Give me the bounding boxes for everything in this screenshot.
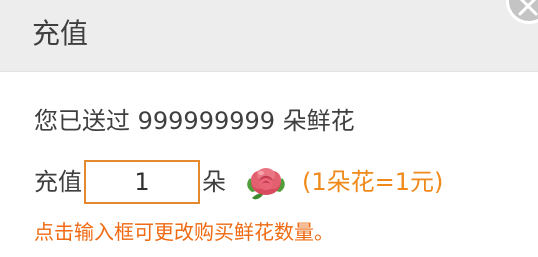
close-button[interactable] [506, 0, 538, 24]
close-icon [518, 0, 538, 16]
recharge-row: 充值 朵 (1朵花=1元) [34, 160, 443, 204]
dialog-title: 充值 [32, 17, 89, 50]
unit-label: 朵 [202, 168, 226, 196]
price-note: (1朵花=1元) [302, 168, 444, 196]
quantity-input[interactable] [84, 160, 200, 204]
dialog-header: 充值 [0, 0, 538, 72]
recharge-label: 充值 [34, 168, 82, 196]
sent-flowers-summary: 您已送过 999999999 朵鲜花 [34, 107, 355, 135]
rose-icon [247, 168, 285, 200]
hint-text: 点击输入框可更改购买鲜花数量。 [34, 220, 334, 244]
